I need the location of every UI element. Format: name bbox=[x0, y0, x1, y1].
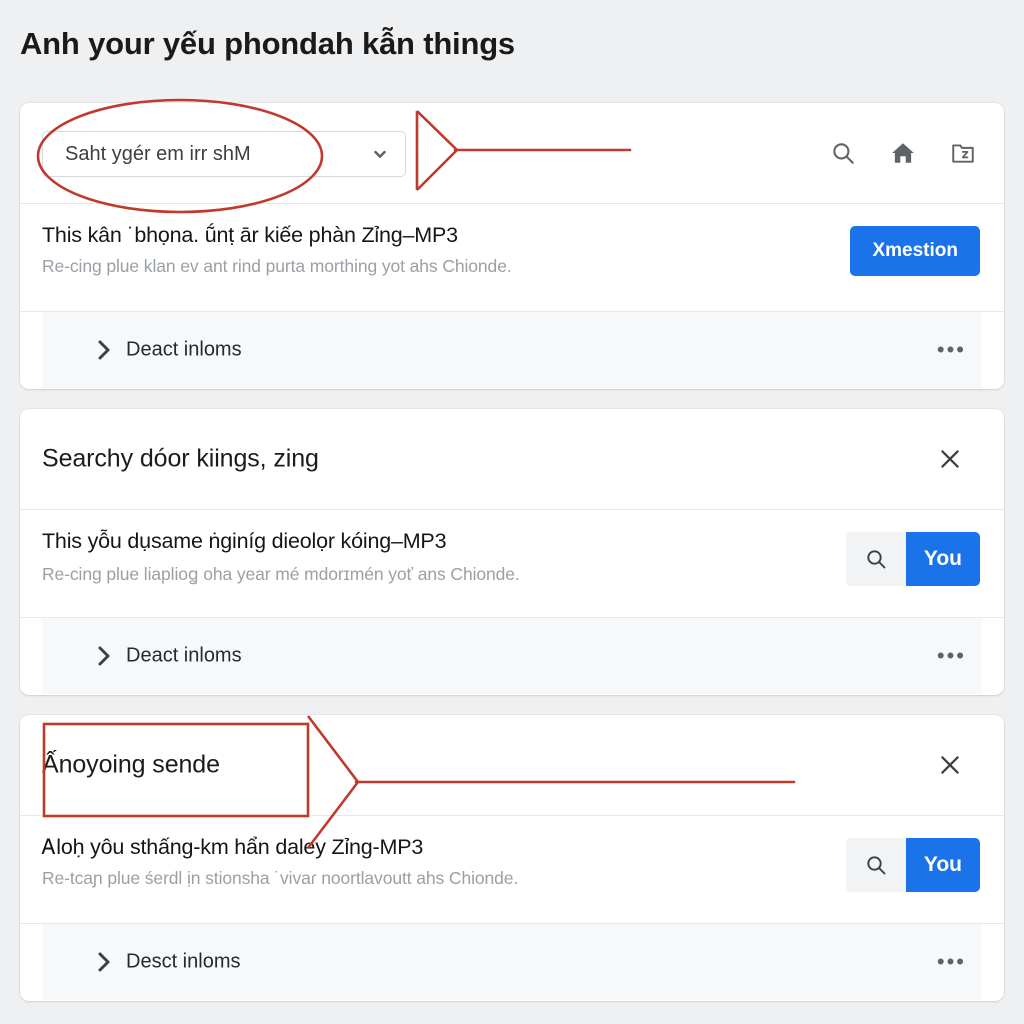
card-2-body-title: This yỗu dụsame ṅginíg dieolọr kóing–MP3 bbox=[42, 529, 447, 553]
you-button-label[interactable]: You bbox=[905, 838, 980, 892]
card-3-expander-label: Desct inloms bbox=[126, 950, 241, 973]
search-icon[interactable] bbox=[845, 838, 906, 892]
card-3-body-subtitle: Re-tcaɲ plue śerdl ịn stionsha ˙vivaɾ no… bbox=[42, 868, 519, 888]
home-icon[interactable] bbox=[890, 140, 916, 166]
overflow-dots-icon[interactable]: ••• bbox=[937, 645, 966, 667]
search-you-split-button[interactable]: You bbox=[845, 838, 980, 892]
card-3-body-title: Ꭺloḥ yôu sthấng-km hẩn daley Zỉng-MP3 bbox=[42, 835, 424, 859]
card-1-expander-label: Deact inloms bbox=[126, 338, 242, 361]
card-2-body-text: This yỗu dụsame ṅginíg dieolọr kóing–MP3… bbox=[42, 529, 520, 586]
search-you-split-button[interactable]: You bbox=[845, 532, 980, 586]
card-2-expander-label: Deact inloms bbox=[126, 644, 242, 667]
card-2-body-subtitle: Re-cing plue liaplioꬶ oha year mé mdorɪm… bbox=[42, 564, 520, 584]
source-select-value: Saht ygér em irr shM bbox=[65, 142, 251, 165]
overflow-dots-icon[interactable]: ••• bbox=[937, 339, 966, 361]
card-1-body-subtitle: Re-cing plue klan ev ant rind purta mort… bbox=[42, 256, 512, 276]
card-2-header: Searchy dóor kiings, zing bbox=[20, 409, 1004, 510]
xmestion-button[interactable]: Xmestion bbox=[850, 226, 980, 276]
archive-folder-icon[interactable] bbox=[950, 140, 976, 166]
page-title: Anh your yếu phondah kẫn things bbox=[20, 26, 515, 61]
you-button-label[interactable]: You bbox=[905, 532, 980, 586]
card-2: Searchy dóor kiings, zing This yỗu dụsam… bbox=[20, 409, 1004, 695]
card-3: Ấnoyoing sende Ꭺloḥ yôu sthấng-km hẩn da… bbox=[20, 715, 1004, 1001]
card-1-header: Saht ygér em irr shM bbox=[20, 103, 1004, 204]
chevron-right-icon bbox=[96, 339, 112, 361]
card-1: Saht ygér em irr shM This kân ˙bhọna. ṹn… bbox=[20, 103, 1004, 389]
card-2-body: This yỗu dụsame ṅginíg dieolọr kóing–MP3… bbox=[20, 510, 1004, 618]
close-icon[interactable] bbox=[936, 445, 964, 473]
screen-root: Anh your yếu phondah kẫn things Saht ygé… bbox=[0, 0, 1024, 1024]
card-3-header: Ấnoyoing sende bbox=[20, 715, 1004, 816]
card-3-body: Ꭺloḥ yôu sthấng-km hẩn daley Zỉng-MP3 Re… bbox=[20, 816, 1004, 924]
chevron-right-icon bbox=[96, 645, 112, 667]
chevron-down-icon bbox=[371, 145, 389, 163]
chevron-right-icon bbox=[96, 951, 112, 973]
card-1-body-title: This kân ˙bhọna. ṹnṭ ār kiếe phàn Zỉng–M… bbox=[42, 223, 458, 247]
card-3-body-text: Ꭺloḥ yôu sthấng-km hẩn daley Zỉng-MP3 Re… bbox=[42, 835, 518, 889]
close-icon[interactable] bbox=[936, 751, 964, 779]
card-2-expander[interactable]: Deact inloms ••• bbox=[42, 618, 982, 694]
card-3-title: Ấnoyoing sende bbox=[42, 750, 220, 779]
card-1-body: This kân ˙bhọna. ṹnṭ ār kiếe phàn Zỉng–M… bbox=[20, 204, 1004, 312]
card-1-body-text: This kân ˙bhọna. ṹnṭ ār kiếe phàn Zỉng–M… bbox=[42, 223, 512, 277]
overflow-dots-icon[interactable]: ••• bbox=[937, 951, 966, 973]
source-select[interactable]: Saht ygér em irr shM bbox=[42, 131, 406, 177]
card-2-title: Searchy dóor kiings, zing bbox=[42, 444, 319, 473]
card-3-expander[interactable]: Desct inloms ••• bbox=[42, 924, 982, 1000]
search-icon[interactable] bbox=[830, 140, 856, 166]
card-1-expander[interactable]: Deact inloms ••• bbox=[42, 312, 982, 388]
header-icon-group bbox=[830, 140, 976, 166]
search-icon[interactable] bbox=[845, 532, 906, 586]
